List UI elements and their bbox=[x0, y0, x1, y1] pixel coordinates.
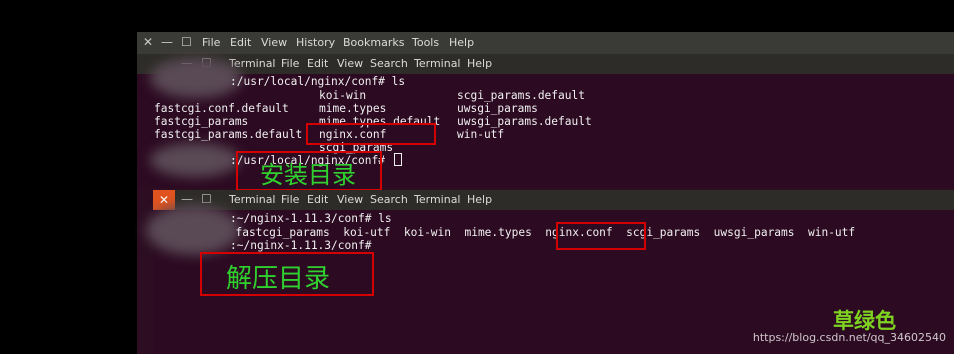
blurred-username bbox=[150, 58, 242, 98]
menu-history[interactable]: History bbox=[296, 36, 335, 49]
terminal2-prompt: :~/nginx-1.11.3/conf# bbox=[230, 239, 372, 252]
menu-help[interactable]: Help bbox=[449, 36, 474, 49]
terminal1-cell: mime.types bbox=[319, 102, 387, 115]
maximize-window-icon[interactable]: ☐ bbox=[181, 35, 192, 49]
highlight-nginx-conf-box bbox=[556, 222, 646, 250]
terminal2-menu-edit[interactable]: Edit bbox=[307, 193, 328, 206]
terminal1-cell: uwsgi_params.default bbox=[457, 115, 592, 128]
highlight-nginx-conf-box bbox=[306, 123, 436, 145]
terminal1-menu-file[interactable]: File bbox=[281, 57, 299, 70]
terminal2-menubar: — ☐ Terminal File Edit View Search Termi… bbox=[153, 190, 954, 210]
terminal2-menu-search[interactable]: Search bbox=[370, 193, 408, 206]
menu-tools[interactable]: Tools bbox=[412, 36, 439, 49]
terminal1-prompt-ls: :/usr/local/nginx/conf# ls bbox=[230, 75, 406, 88]
terminal1-menu-help[interactable]: Help bbox=[467, 57, 492, 70]
terminal-cursor bbox=[394, 153, 402, 166]
terminal1-menu-terminal[interactable]: Terminal bbox=[414, 57, 461, 70]
left-black-margin bbox=[0, 0, 137, 354]
install-directory-label: 安装目录 bbox=[260, 161, 356, 189]
terminal1-cell: fastcgi_params.default bbox=[154, 128, 303, 141]
minimize-window-icon[interactable]: — bbox=[181, 192, 193, 206]
terminal1-cell: fastcgi_params bbox=[154, 115, 249, 128]
menu-view[interactable]: View bbox=[261, 36, 287, 49]
terminal1-cell: koi-win bbox=[319, 89, 367, 102]
terminal2-menu-view[interactable]: View bbox=[337, 193, 363, 206]
minimize-window-icon[interactable]: — bbox=[161, 35, 173, 49]
browser-menubar: ✕ — ☐ File Edit View History Bookmarks T… bbox=[137, 32, 954, 54]
menu-file[interactable]: File bbox=[202, 36, 220, 49]
maximize-window-icon[interactable]: ☐ bbox=[201, 192, 212, 206]
terminal1-menubar: — ☐ Terminal File Edit View Search Termi… bbox=[137, 54, 954, 74]
terminal1-menu-view[interactable]: View bbox=[337, 57, 363, 70]
terminal1-cell: scgi_params.default bbox=[457, 89, 585, 102]
terminal1-cell: win-utf bbox=[457, 128, 505, 141]
terminal2-menu-help[interactable]: Help bbox=[467, 193, 492, 206]
terminal2-listing: fastcgi_params koi-utf koi-win mime.type… bbox=[222, 226, 856, 239]
terminal1-menu-search[interactable]: Search bbox=[370, 57, 408, 70]
terminal2-prompt-ls: :~/nginx-1.11.3/conf# ls bbox=[230, 212, 392, 225]
close-window-icon[interactable]: ✕ bbox=[143, 35, 153, 49]
menu-bookmarks[interactable]: Bookmarks bbox=[343, 36, 404, 49]
menu-edit[interactable]: Edit bbox=[230, 36, 251, 49]
terminal1-menu-edit[interactable]: Edit bbox=[307, 57, 328, 70]
terminal1-cell: fastcgi.conf.default bbox=[154, 102, 289, 115]
terminal2-menu-file[interactable]: File bbox=[281, 193, 299, 206]
extract-directory-label: 解压目录 bbox=[226, 264, 331, 294]
watermark-url: https://blog.csdn.net/qq_34602540 bbox=[752, 331, 946, 344]
blurred-username bbox=[150, 143, 240, 177]
terminal2-app-name[interactable]: Terminal bbox=[229, 193, 276, 206]
terminal1-cell: uwsgi_params bbox=[457, 102, 538, 115]
terminal2-menu-terminal[interactable]: Terminal bbox=[414, 193, 461, 206]
